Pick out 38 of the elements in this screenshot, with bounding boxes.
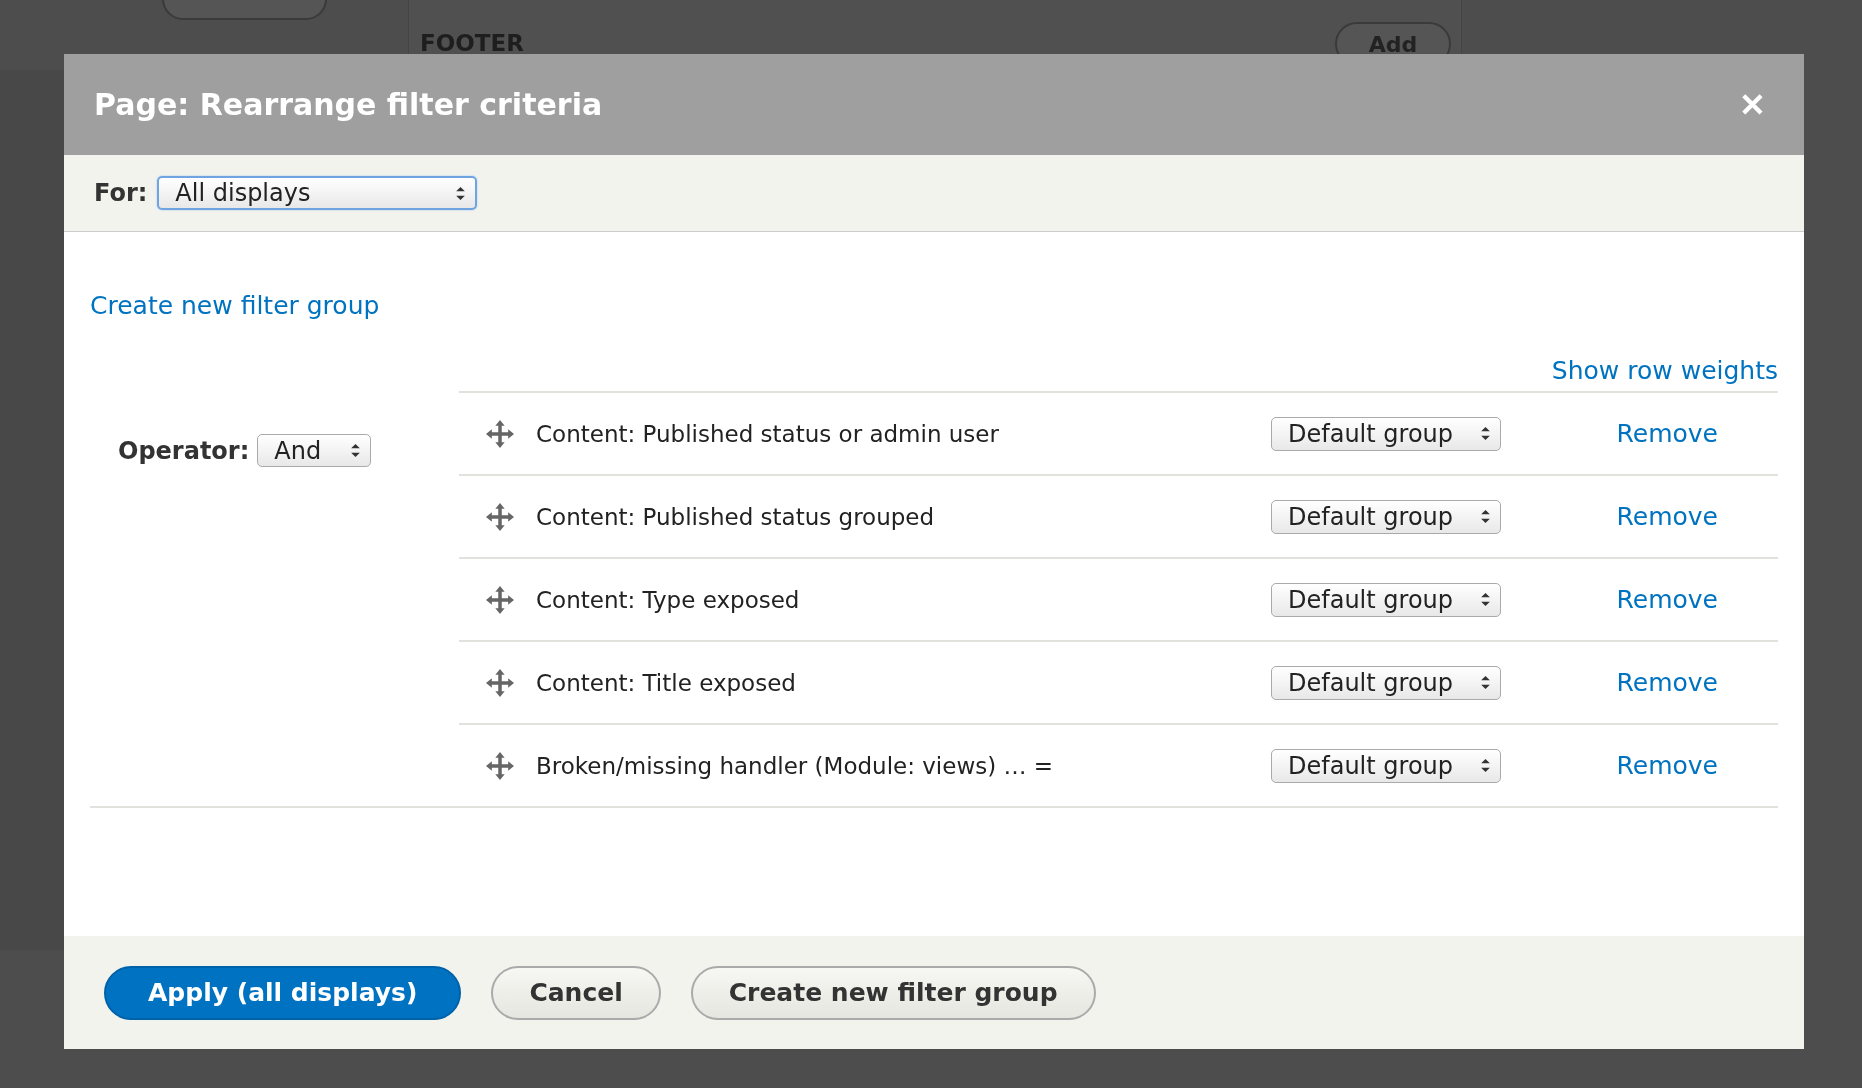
create-group-link[interactable]: Create new filter group: [90, 291, 380, 320]
display-select[interactable]: All displays: [157, 176, 478, 210]
remove-link[interactable]: Remove: [1616, 419, 1718, 448]
filter-label: Broken/missing handler (Module: views) … =: [536, 752, 1055, 779]
filter-label: Content: Title exposed: [536, 669, 797, 696]
operator-label: Operator:: [118, 436, 250, 465]
dropdown-arrows-icon: [1481, 593, 1490, 606]
group-select[interactable]: Default group: [1271, 499, 1501, 534]
drag-handle-icon[interactable]: [486, 502, 514, 531]
dialog-title: Page: Rearrange filter criteria: [94, 87, 603, 122]
drag-handle-icon[interactable]: [486, 585, 514, 614]
group-select[interactable]: Default group: [1271, 748, 1501, 783]
group-select[interactable]: Default group: [1271, 416, 1501, 451]
remove-link[interactable]: Remove: [1616, 502, 1718, 531]
show-weights-link[interactable]: Show row weights: [1551, 356, 1778, 385]
drag-handle-icon[interactable]: [486, 668, 514, 697]
group-select[interactable]: Default group: [1271, 665, 1501, 700]
remove-link[interactable]: Remove: [1616, 751, 1718, 780]
dropdown-arrows-icon: [351, 444, 361, 457]
filter-label: Content: Published status or admin user: [536, 420, 1000, 447]
remove-link[interactable]: Remove: [1616, 585, 1718, 614]
close-button[interactable]: ✕: [1731, 85, 1774, 124]
secondary-button[interactable]: Create new filter group: [690, 965, 1096, 1020]
dropdown-arrows-icon: [1481, 759, 1490, 772]
operator-select[interactable]: And: [257, 434, 372, 467]
dropdown-arrows-icon: [456, 186, 466, 200]
filter-label: Content: Published status grouped: [536, 503, 936, 530]
dropdown-arrows-icon: [1481, 427, 1490, 440]
secondary-button[interactable]: Cancel: [491, 965, 661, 1020]
dropdown-arrows-icon: [1481, 676, 1490, 689]
filter-label: Content: Type exposed: [536, 586, 801, 613]
for-label: For:: [94, 179, 148, 207]
group-select[interactable]: Default group: [1271, 582, 1501, 617]
dropdown-arrows-icon: [1481, 510, 1490, 523]
drag-handle-icon[interactable]: [486, 751, 514, 780]
remove-link[interactable]: Remove: [1616, 668, 1718, 697]
drag-handle-icon[interactable]: [486, 419, 514, 448]
apply-button[interactable]: Apply (all displays): [104, 965, 462, 1020]
